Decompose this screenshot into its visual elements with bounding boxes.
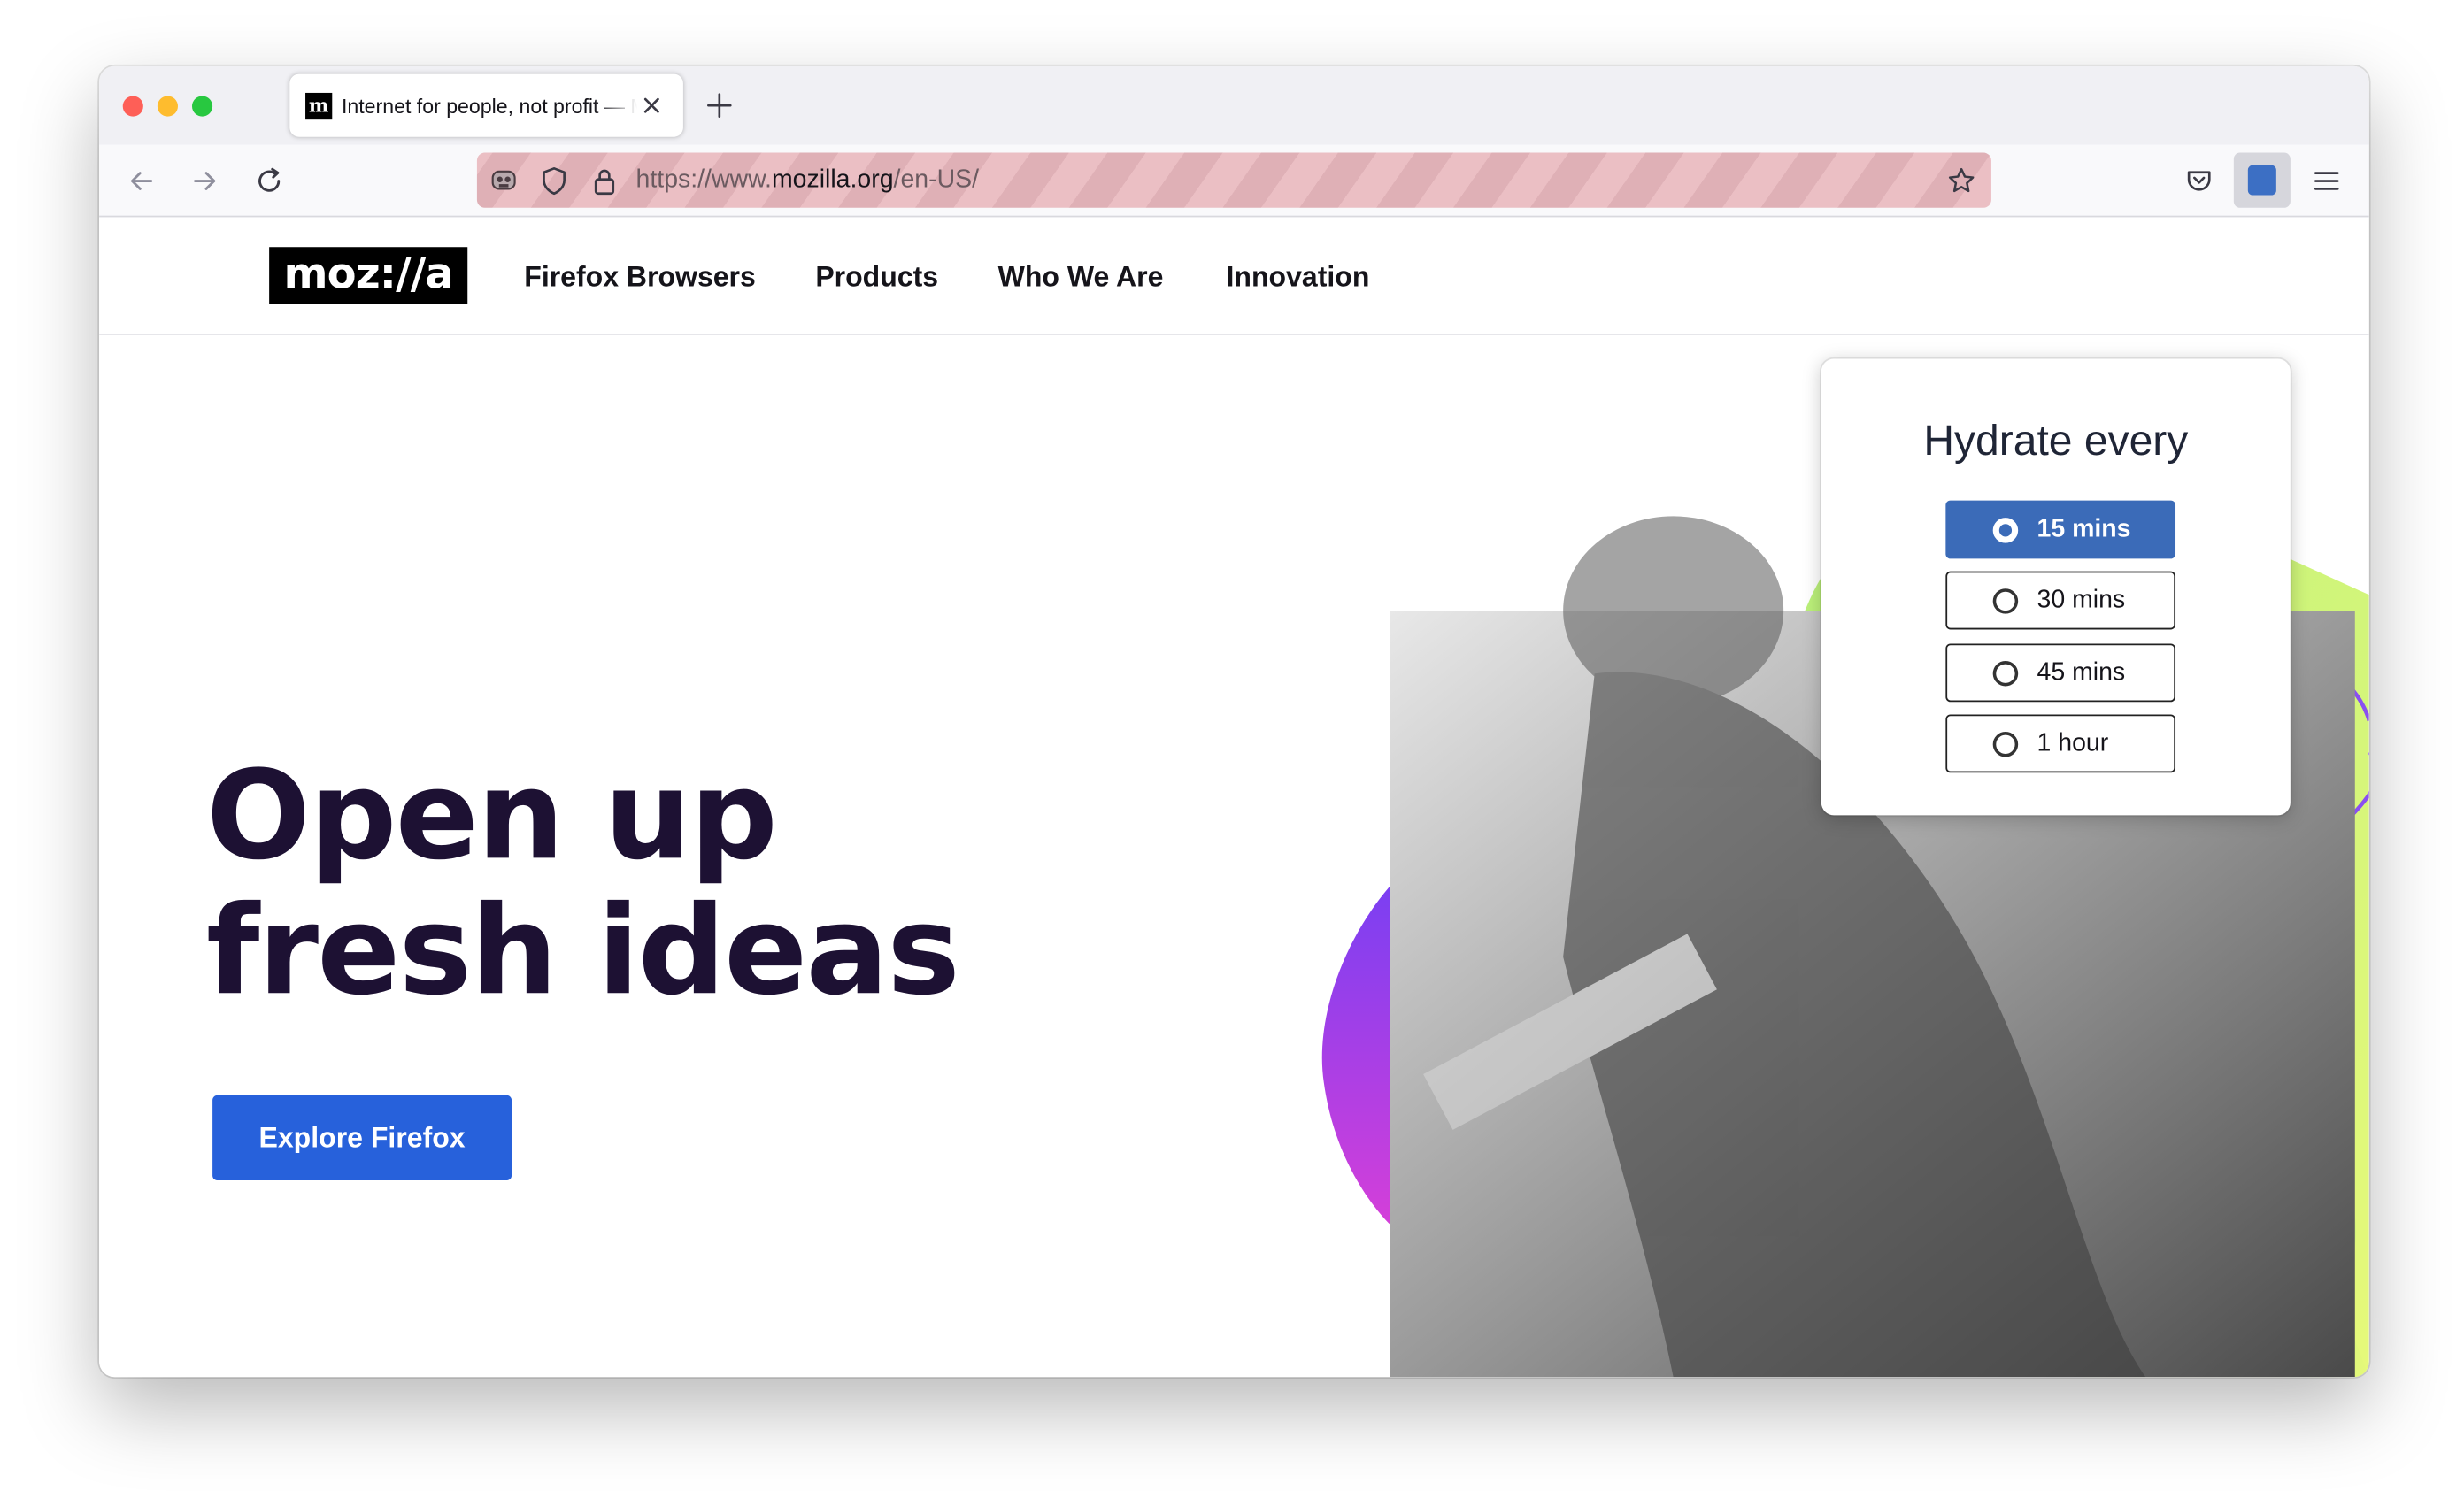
shield-icon[interactable] xyxy=(538,165,570,197)
popup-title: Hydrate every xyxy=(1923,417,2189,465)
web-page: moz://a Firefox Browsers Products Who We… xyxy=(99,217,2369,1378)
zoom-window-button[interactable] xyxy=(191,96,213,117)
extension-button[interactable] xyxy=(2233,152,2291,208)
site-header: moz://a Firefox Browsers Products Who We… xyxy=(99,217,2369,335)
mozilla-favicon-icon: m xyxy=(305,92,333,120)
robot-mask-icon[interactable] xyxy=(488,165,520,197)
nav-firefox-browsers[interactable]: Firefox Browsers xyxy=(524,261,756,293)
lock-icon[interactable] xyxy=(589,165,620,197)
nav-products[interactable]: Products xyxy=(815,261,938,293)
radio-icon xyxy=(1992,732,2019,757)
explore-firefox-button[interactable]: Explore Firefox xyxy=(212,1095,512,1180)
nav-innovation[interactable]: Innovation xyxy=(1227,261,1370,293)
extension-icon xyxy=(2247,165,2276,196)
star-icon[interactable] xyxy=(1945,165,1977,197)
reload-icon[interactable] xyxy=(253,165,285,197)
pocket-icon[interactable] xyxy=(2183,165,2215,197)
radio-icon xyxy=(1992,661,2019,687)
option-45-mins[interactable]: 45 mins xyxy=(1945,643,2176,703)
hydrate-popup: Hydrate every 15 mins 30 mins 45 mins 1 … xyxy=(1821,358,2291,816)
hamburger-menu-icon[interactable] xyxy=(2311,165,2343,197)
close-window-button[interactable] xyxy=(122,96,143,117)
nav-who-we-are[interactable]: Who We Are xyxy=(998,261,1164,293)
hero-title: Open up fresh ideas xyxy=(205,746,960,1024)
browser-window: m Internet for people, not profit — Mozi… xyxy=(99,65,2369,1378)
tab-title: Internet for people, not profit — Mozill… xyxy=(341,94,637,119)
tab-bar: m Internet for people, not profit — Mozi… xyxy=(99,65,2369,145)
navigation-toolbar: https://www.mozilla.org/en-US/ xyxy=(99,144,2369,218)
url-text[interactable]: https://www.mozilla.org/en-US/ xyxy=(636,167,979,196)
mozilla-logo[interactable]: moz://a xyxy=(269,247,468,304)
arrow-left-icon[interactable] xyxy=(126,165,158,197)
option-1-hour[interactable]: 1 hour xyxy=(1945,714,2176,773)
close-tab-icon[interactable] xyxy=(639,93,664,118)
browser-tab[interactable]: m Internet for people, not profit — Mozi… xyxy=(289,73,683,137)
address-bar[interactable]: https://www.mozilla.org/en-US/ xyxy=(476,152,1991,208)
option-30-mins[interactable]: 30 mins xyxy=(1945,571,2176,630)
minimize-window-button[interactable] xyxy=(157,96,178,117)
radio-icon xyxy=(1992,588,2019,614)
option-15-mins[interactable]: 15 mins xyxy=(1945,500,2176,559)
arrow-right-icon[interactable] xyxy=(189,165,220,197)
new-tab-icon[interactable] xyxy=(705,91,734,119)
radio-selected-icon xyxy=(1992,518,2019,543)
